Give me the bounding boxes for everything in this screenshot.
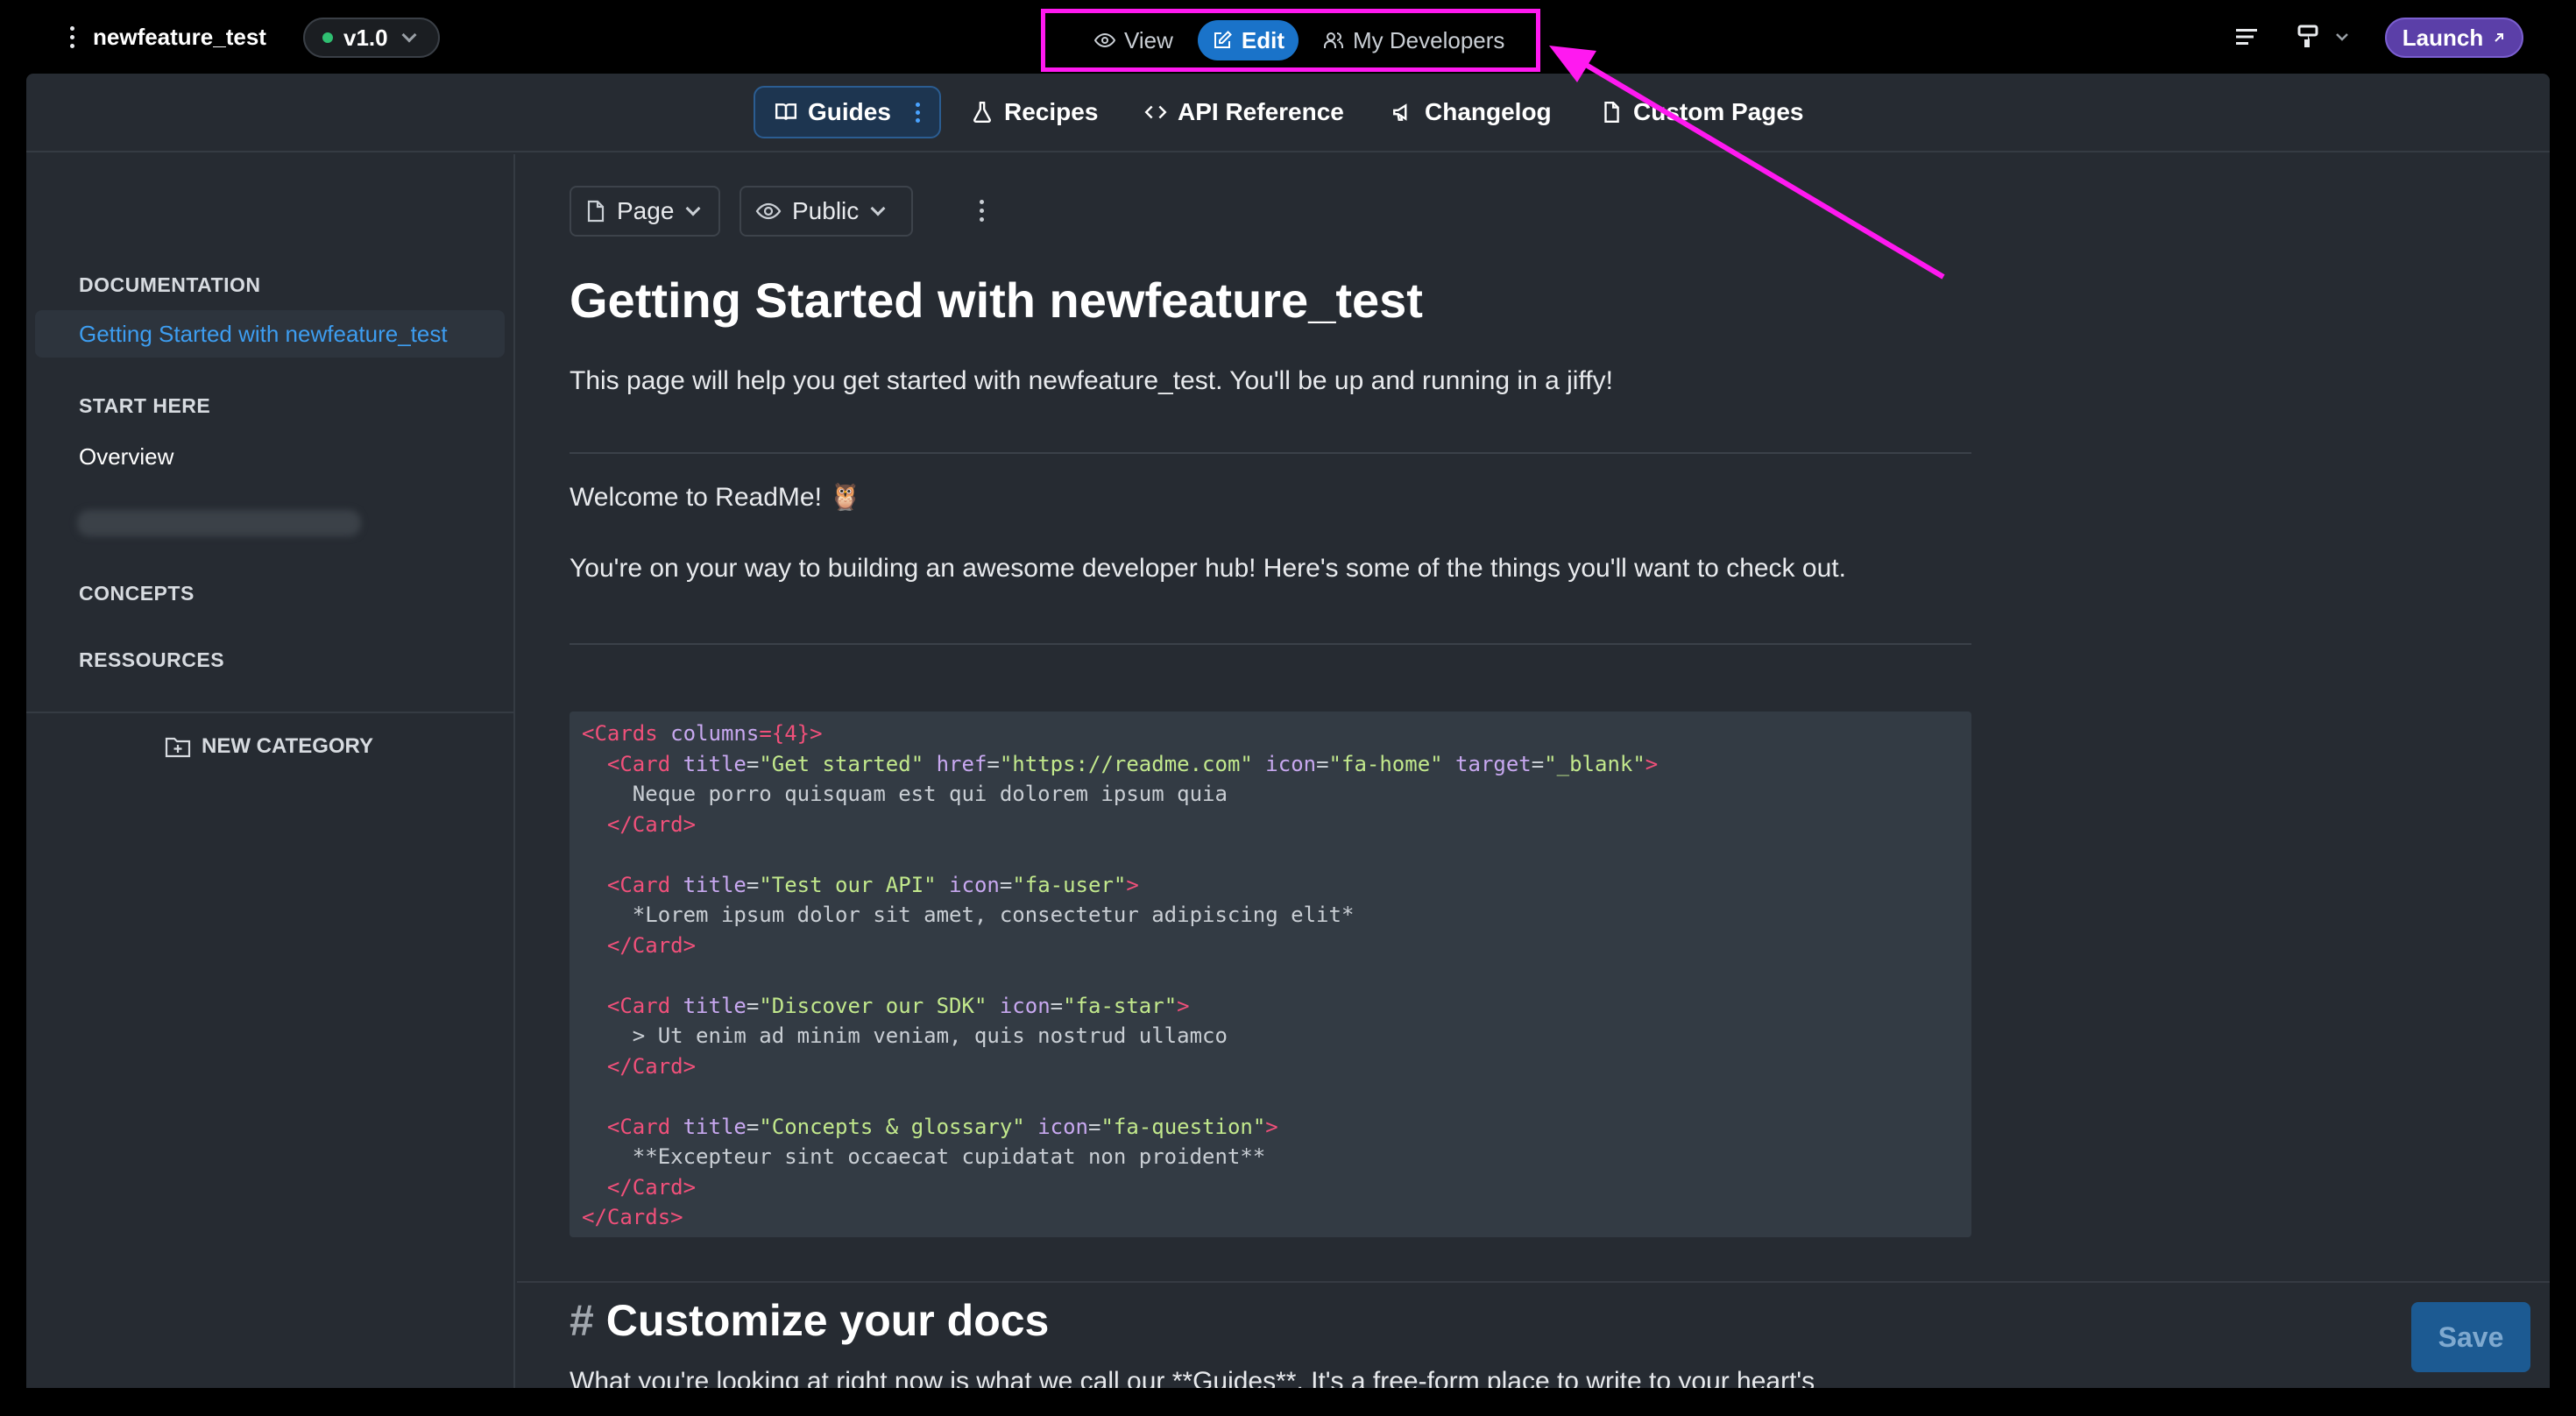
code-icon [1144, 105, 1167, 119]
sidebar: DOCUMENTATION Getting Started with newfe… [26, 154, 515, 1388]
code-line: </Card> [606, 1053, 697, 1079]
flask-icon [973, 101, 991, 124]
launch-label: Launch [2402, 24, 2484, 51]
mode-my-developers-button[interactable]: My Developers [1309, 20, 1518, 60]
nav-tab-changelog-label: Changelog [1425, 98, 1552, 125]
visibility-label: Public [792, 197, 860, 224]
launch-button[interactable]: Launch [2385, 18, 2523, 58]
project-frame: Guides Recipes API Reference Changelog C… [26, 74, 2550, 1388]
appearance-menu-button[interactable] [2296, 23, 2352, 51]
more-options-icon[interactable] [980, 200, 984, 222]
code-line: </Card> [606, 932, 697, 958]
divider [517, 1281, 2550, 1283]
guides-options-icon[interactable] [915, 102, 920, 123]
folder-plus-icon [165, 737, 191, 758]
nav-tab-api-reference-label: API Reference [1178, 98, 1344, 125]
nav-tab-recipes[interactable]: Recipes [971, 86, 1098, 138]
chevron-down-icon [2336, 33, 2348, 41]
visibility-dropdown[interactable]: Public [740, 186, 913, 237]
nav-tab-api-reference[interactable]: API Reference [1144, 86, 1344, 138]
code-line: <Card title="Test our API" icon="fa-user… [606, 872, 1139, 897]
eye-icon [755, 202, 782, 220]
project-name[interactable]: newfeature_test [93, 21, 266, 53]
hub-navigation: Guides Recipes API Reference Changelog C… [26, 74, 2550, 152]
sidebar-section-ressources[interactable]: RESSOURCES [79, 648, 224, 672]
nav-tab-custom-pages[interactable]: Custom Pages [1600, 86, 1804, 138]
nav-tab-recipes-label: Recipes [1004, 98, 1099, 125]
code-line: </Cards> [582, 1205, 683, 1229]
intro-paragraph[interactable]: You're on your way to building an awesom… [570, 554, 1846, 584]
nav-tab-guides[interactable]: Guides [754, 86, 941, 138]
project-menu-icon[interactable] [67, 23, 77, 51]
users-icon [1324, 32, 1343, 48]
divider [570, 452, 1971, 454]
code-line: Neque porro quisquam est qui dolorem ips… [582, 782, 1228, 806]
sidebar-item-overview[interactable]: Overview [79, 443, 173, 471]
sidebar-section-start-here[interactable]: START HERE [79, 394, 210, 418]
app-root: newfeature_test v1.0 View Edit My Develo… [0, 0, 2576, 1416]
code-line: <Cards columns={4}> [582, 721, 823, 746]
section-heading[interactable]: # Customize your docs [570, 1295, 1049, 1346]
mode-edit-button[interactable]: Edit [1197, 20, 1299, 60]
eye-icon [1094, 32, 1115, 48]
code-line: <Card title="Concepts & glossary" icon="… [606, 1114, 1278, 1139]
code-line: > Ut enim ad minim veniam, quis nostrud … [582, 1023, 1228, 1048]
mode-view-label: View [1124, 26, 1173, 53]
heading-hash: # [570, 1296, 594, 1345]
top-bar: newfeature_test v1.0 View Edit My Develo… [0, 0, 2576, 74]
mode-view-button[interactable]: View [1080, 20, 1187, 60]
version-selector[interactable]: v1.0 [303, 18, 440, 58]
chevron-down-icon [870, 201, 886, 216]
book-icon [775, 103, 797, 120]
page-excerpt[interactable]: This page will help you get started with… [570, 366, 1613, 396]
version-status-dot [322, 32, 333, 43]
new-category-label: NEW CATEGORY [202, 734, 373, 758]
save-button[interactable]: Save [2411, 1302, 2530, 1372]
file-icon [1604, 101, 1619, 124]
code-line: <Card title="Get started" href="https://… [606, 751, 1659, 776]
chevron-down-icon [401, 27, 417, 43]
body-paragraph[interactable]: What you're looking at right now is what… [570, 1367, 1815, 1388]
welcome-paragraph[interactable]: Welcome to ReadMe! 🦉 [570, 482, 862, 513]
code-line: <Card title="Discover our SDK" icon="fa-… [606, 993, 1190, 1018]
mode-switcher: View Edit My Developers [1041, 9, 1540, 72]
sidebar-divider [26, 712, 513, 713]
nav-tab-custom-pages-label: Custom Pages [1633, 98, 1804, 125]
paint-roller-icon [2297, 25, 2318, 47]
editor-area: Page Public Getting Started with newfeat… [517, 154, 2550, 1388]
code-line: **Excepteur sint occaecat cupidatat non … [582, 1144, 1266, 1169]
mode-my-developers-label: My Developers [1353, 26, 1505, 53]
version-label: v1.0 [343, 24, 388, 51]
edit-icon [1214, 31, 1232, 48]
external-link-icon [2495, 33, 2504, 42]
list-icon [2236, 29, 2257, 45]
page-title[interactable]: Getting Started with newfeature_test [570, 272, 1423, 329]
sidebar-section-concepts[interactable]: CONCEPTS [79, 582, 195, 605]
table-of-contents-icon[interactable] [2234, 23, 2259, 51]
megaphone-icon [1393, 103, 1407, 121]
sidebar-item-getting-started[interactable]: Getting Started with newfeature_test [35, 310, 505, 358]
chevron-down-icon [685, 201, 701, 216]
code-line: </Card> [606, 1174, 697, 1200]
code-line: </Card> [606, 811, 697, 837]
nav-tab-changelog[interactable]: Changelog [1391, 86, 1552, 138]
page-type-label: Page [617, 197, 675, 224]
file-icon [587, 200, 605, 223]
heading-text: Customize your docs [605, 1296, 1050, 1345]
sidebar-section-documentation[interactable]: DOCUMENTATION [79, 273, 261, 297]
code-line: *Lorem ipsum dolor sit amet, consectetur… [582, 903, 1355, 927]
nav-tab-guides-label: Guides [808, 98, 891, 125]
new-category-button[interactable]: NEW CATEGORY [165, 734, 373, 759]
code-block[interactable]: <Cards columns={4}> <Card title="Get sta… [570, 712, 1971, 1237]
page-type-dropdown[interactable]: Page [570, 186, 720, 237]
sidebar-item-label: Getting Started with newfeature_test [79, 321, 448, 347]
divider [570, 643, 1971, 645]
sidebar-item-redacted[interactable] [77, 510, 361, 536]
mode-edit-label: Edit [1241, 26, 1284, 53]
